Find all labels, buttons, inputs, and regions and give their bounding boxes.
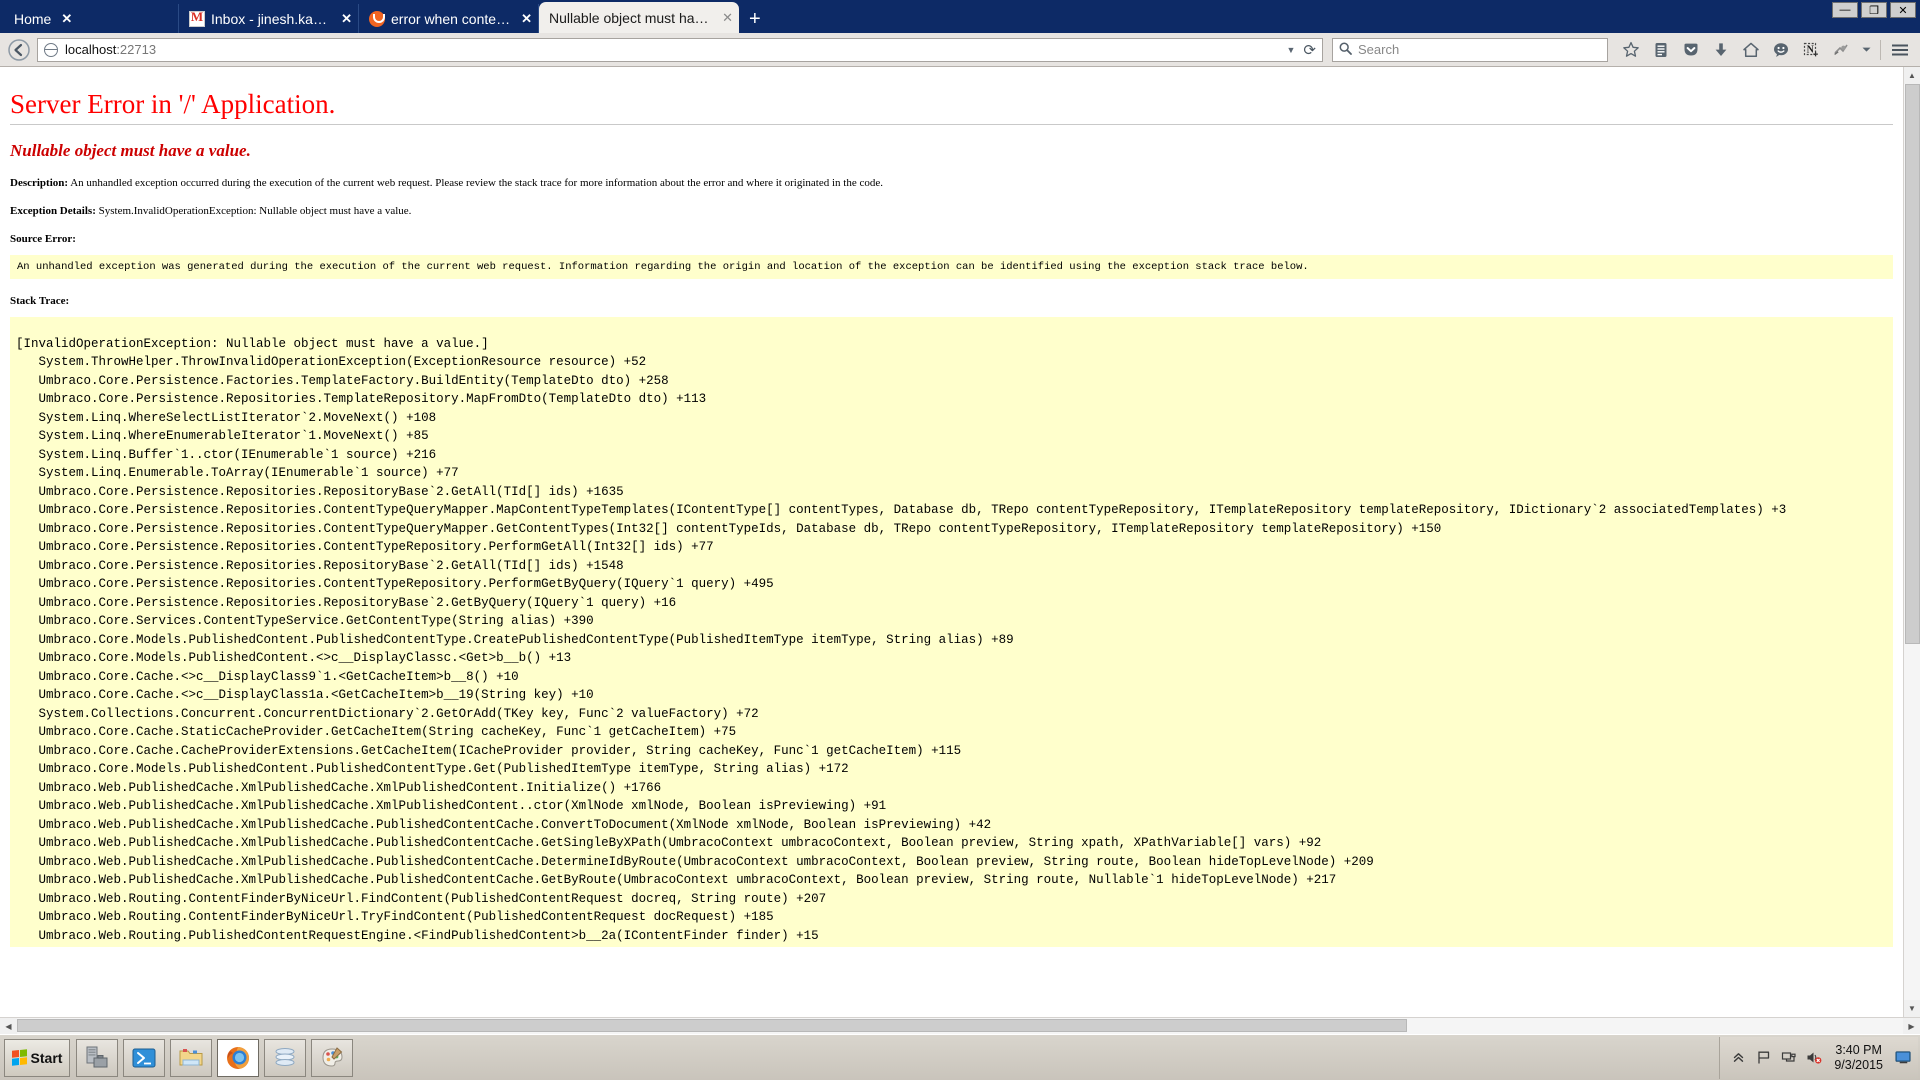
show-hidden-icons-chevron[interactable] bbox=[1730, 1049, 1747, 1066]
volume-muted-icon[interactable] bbox=[1805, 1049, 1822, 1066]
window-controls: — ❐ ✕ bbox=[1832, 2, 1916, 18]
home-icon[interactable] bbox=[1737, 37, 1765, 63]
reload-icon[interactable]: ⟳ bbox=[1303, 41, 1316, 59]
scroll-right-arrow[interactable]: ▶ bbox=[1903, 1018, 1920, 1035]
taskbar-clock[interactable]: 3:40 PM 9/3/2015 bbox=[1830, 1043, 1887, 1073]
description-paragraph: Description: An unhandled exception occu… bbox=[10, 177, 1893, 191]
stack-trace-label: Stack Trace: bbox=[10, 294, 70, 307]
tab-close-icon[interactable]: ✕ bbox=[521, 11, 532, 27]
description-text: An unhandled exception occurred during t… bbox=[70, 177, 883, 189]
powershell-icon bbox=[132, 1048, 156, 1067]
tab-close-icon[interactable]: ✕ bbox=[341, 11, 352, 27]
screen: Home ✕ Inbox - jinesh.kaneriya@bina... ✕… bbox=[0, 0, 1920, 1080]
source-error-box: An unhandled exception was generated dur… bbox=[10, 254, 1893, 279]
taskbar-button-powershell[interactable] bbox=[123, 1038, 165, 1077]
taskbar-button-sql-server[interactable] bbox=[264, 1038, 306, 1077]
onenote-clipper-icon[interactable]: N bbox=[1797, 37, 1825, 63]
overflow-chevron-icon[interactable] bbox=[1857, 37, 1875, 63]
tab-close-icon[interactable]: ✕ bbox=[722, 10, 733, 26]
network-icon[interactable] bbox=[1780, 1049, 1797, 1066]
tab-close-icon[interactable]: ✕ bbox=[61, 11, 72, 27]
bookmark-star-icon[interactable] bbox=[1617, 37, 1645, 63]
tab-label: Home bbox=[14, 10, 52, 27]
taskbar-button-file-explorer[interactable] bbox=[170, 1038, 212, 1077]
browser-tab-active-nullable-error[interactable]: Nullable object must have a value. ✕ bbox=[539, 2, 739, 33]
browser-tab-error-forum[interactable]: error when content load - Usi... ✕ bbox=[359, 4, 539, 33]
vertical-scrollbar[interactable]: ▲ ▼ bbox=[1903, 67, 1920, 1017]
navigation-toolbar: localhost:22713 ▼ ⟳ Search N bbox=[0, 33, 1920, 67]
exception-details-text: System.InvalidOperationException: Nullab… bbox=[98, 204, 412, 217]
gmail-favicon-icon bbox=[189, 9, 205, 27]
close-button[interactable]: ✕ bbox=[1890, 2, 1916, 18]
horizontal-scrollbar[interactable]: ◀ ▶ bbox=[0, 1017, 1920, 1035]
vertical-scroll-thumb[interactable] bbox=[1904, 84, 1920, 644]
toolbar-divider bbox=[1880, 39, 1881, 60]
url-bar[interactable]: localhost:22713 ▼ ⟳ bbox=[37, 37, 1323, 62]
tab-label: Nullable object must have a value. bbox=[549, 9, 712, 26]
globe-icon bbox=[44, 42, 58, 57]
source-error-label: Source Error: bbox=[10, 232, 76, 245]
error-page-content: Server Error in '/' Application. Nullabl… bbox=[0, 67, 1903, 1017]
chevron-down-icon[interactable]: ▼ bbox=[1287, 45, 1296, 55]
restore-button[interactable]: ❐ bbox=[1861, 2, 1887, 18]
tab-label: Inbox - jinesh.kaneriya@bina... bbox=[211, 10, 331, 27]
browser-tab-home[interactable]: Home ✕ bbox=[4, 4, 179, 33]
horizontal-scroll-track[interactable] bbox=[17, 1017, 1903, 1035]
downloads-icon[interactable] bbox=[1707, 37, 1735, 63]
unknown-addon-icon[interactable] bbox=[1827, 37, 1855, 63]
file-explorer-icon bbox=[179, 1048, 203, 1065]
taskbar-button-paint[interactable] bbox=[311, 1038, 353, 1077]
toolbar-icons: N bbox=[1617, 37, 1914, 63]
browser-tab-inbox[interactable]: Inbox - jinesh.kaneriya@bina... ✕ bbox=[179, 4, 359, 33]
search-placeholder-text: Search bbox=[1358, 42, 1400, 57]
search-bar[interactable]: Search bbox=[1332, 37, 1608, 62]
hamburger-menu-icon[interactable] bbox=[1886, 37, 1914, 63]
url-host: localhost bbox=[65, 42, 117, 57]
paint-icon bbox=[322, 1046, 343, 1067]
start-button[interactable]: Start bbox=[4, 1038, 70, 1077]
scroll-left-arrow[interactable]: ◀ bbox=[0, 1018, 17, 1035]
show-desktop-icon[interactable] bbox=[1895, 1049, 1912, 1066]
tab-label: error when content load - Usi... bbox=[391, 10, 511, 27]
title-divider bbox=[10, 124, 1893, 125]
clock-date: 9/3/2015 bbox=[1834, 1057, 1883, 1072]
scroll-up-arrow[interactable]: ▲ bbox=[1903, 67, 1920, 84]
reader-list-icon[interactable] bbox=[1647, 37, 1675, 63]
page-viewport: Server Error in '/' Application. Nullabl… bbox=[0, 67, 1920, 1017]
page-title: Server Error in '/' Application. bbox=[10, 89, 336, 119]
server-manager-icon bbox=[86, 1046, 108, 1067]
pocket-icon[interactable] bbox=[1677, 37, 1705, 63]
windows-taskbar: Start 3:40 PM 9/3/2015 bbox=[0, 1034, 1920, 1080]
chat-icon[interactable] bbox=[1767, 37, 1795, 63]
clock-time: 3:40 PM bbox=[1835, 1042, 1882, 1057]
back-arrow-icon[interactable] bbox=[6, 37, 32, 63]
scroll-down-arrow[interactable]: ▼ bbox=[1903, 1000, 1920, 1017]
taskbar-button-firefox[interactable] bbox=[217, 1038, 259, 1077]
flag-action-center-icon[interactable] bbox=[1755, 1049, 1772, 1066]
url-port: :22713 bbox=[116, 42, 157, 57]
system-tray: 3:40 PM 9/3/2015 bbox=[1719, 1036, 1918, 1079]
new-tab-button[interactable]: + bbox=[739, 9, 771, 33]
umbraco-favicon-icon bbox=[369, 10, 385, 27]
taskbar-button-server-manager[interactable] bbox=[76, 1038, 118, 1077]
browser-window: Home ✕ Inbox - jinesh.kaneriya@bina... ✕… bbox=[0, 0, 1920, 1035]
exception-title: Nullable object must have a value. bbox=[10, 141, 251, 160]
windows-logo-icon bbox=[11, 1049, 27, 1066]
search-icon bbox=[1339, 42, 1352, 58]
stack-trace-box: [InvalidOperationException: Nullable obj… bbox=[10, 316, 1893, 947]
minimize-button[interactable]: — bbox=[1832, 2, 1858, 18]
start-button-label: Start bbox=[30, 1049, 63, 1066]
exception-details-paragraph: Exception Details: System.InvalidOperati… bbox=[10, 205, 1893, 219]
horizontal-scroll-thumb[interactable] bbox=[17, 1018, 1407, 1032]
vertical-scroll-track[interactable] bbox=[1903, 84, 1920, 1000]
description-label: Description: bbox=[10, 177, 69, 189]
sql-server-icon bbox=[275, 1047, 295, 1066]
tab-strip: Home ✕ Inbox - jinesh.kaneriya@bina... ✕… bbox=[0, 0, 1920, 33]
firefox-icon bbox=[227, 1046, 249, 1069]
exception-details-label: Exception Details: bbox=[10, 204, 96, 217]
